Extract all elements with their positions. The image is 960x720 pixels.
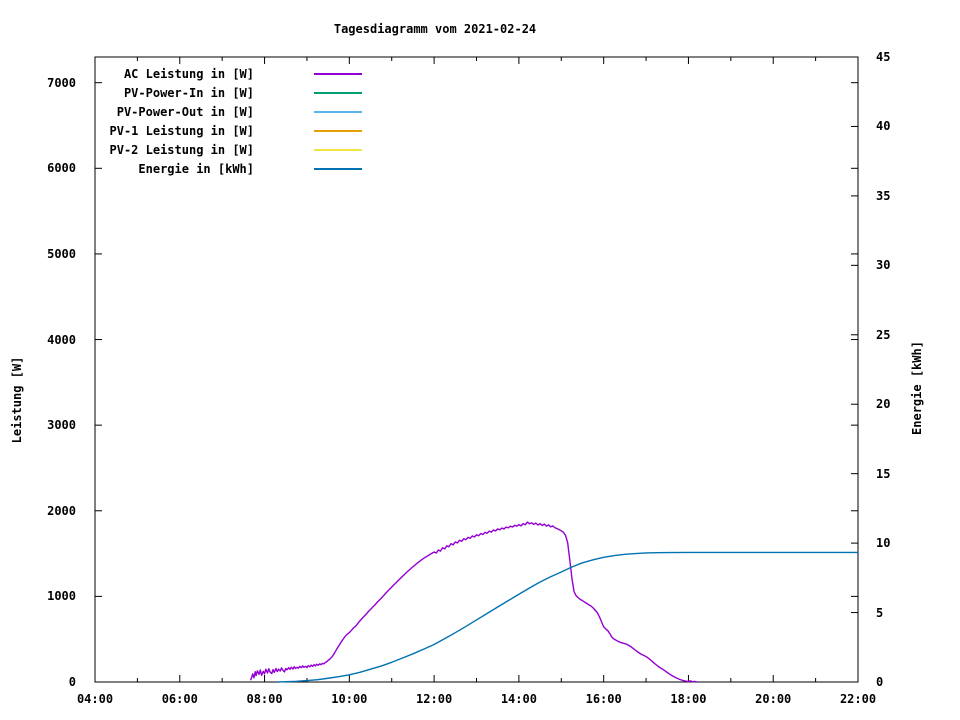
- legend-color-line: [314, 149, 362, 151]
- y-right-tick-label: 20: [876, 397, 890, 411]
- y-right-tick-label: 30: [876, 258, 890, 272]
- y-right-tick-label: 25: [876, 328, 890, 342]
- y-left-tick-label: 3000: [47, 418, 76, 432]
- legend-label: PV-Power-Out in [W]: [117, 105, 254, 119]
- legend-label: Energie in [kWh]: [138, 162, 254, 176]
- x-tick-label: 22:00: [840, 692, 876, 706]
- y-left-tick-label: 2000: [47, 504, 76, 518]
- series-line-ac-leistung-in-w: [251, 522, 697, 682]
- y-left-tick-label: 0: [69, 675, 76, 689]
- x-tick-label: 20:00: [755, 692, 791, 706]
- legend-color-line: [314, 168, 362, 170]
- y-right-tick-label: 15: [876, 467, 890, 481]
- legend-label: PV-1 Leistung in [W]: [110, 124, 255, 138]
- y-left-tick-label: 1000: [47, 589, 76, 603]
- x-tick-label: 10:00: [331, 692, 367, 706]
- legend-color-line: [314, 130, 362, 132]
- x-tick-label: 16:00: [586, 692, 622, 706]
- legend-label: PV-Power-In in [W]: [124, 86, 254, 100]
- x-tick-label: 06:00: [162, 692, 198, 706]
- y-right-tick-label: 0: [876, 675, 883, 689]
- x-tick-label: 04:00: [77, 692, 113, 706]
- legend-label: PV-2 Leistung in [W]: [110, 143, 255, 157]
- y-right-tick-label: 10: [876, 536, 890, 550]
- chart-container: Tagesdiagramm vom 2021-02-24 Leistung [W…: [0, 0, 960, 720]
- y-left-tick-label: 5000: [47, 247, 76, 261]
- y-right-tick-label: 35: [876, 189, 890, 203]
- legend-color-line: [314, 73, 362, 75]
- x-tick-label: 14:00: [501, 692, 537, 706]
- plot-curves: [251, 522, 858, 682]
- x-tick-label: 18:00: [670, 692, 706, 706]
- legend-color-line: [314, 111, 362, 113]
- legend-color-line: [314, 92, 362, 94]
- legend-label: AC Leistung in [W]: [124, 67, 254, 81]
- y-right-tick-label: 45: [876, 50, 890, 64]
- x-tick-label: 12:00: [416, 692, 452, 706]
- legend-item-energie-in-kwh: Energie in [kWh]: [0, 169, 960, 183]
- y-left-tick-label: 4000: [47, 333, 76, 347]
- x-tick-label: 08:00: [246, 692, 282, 706]
- y-right-tick-label: 5: [876, 606, 883, 620]
- series-line-energie-in-kwh: [277, 552, 858, 682]
